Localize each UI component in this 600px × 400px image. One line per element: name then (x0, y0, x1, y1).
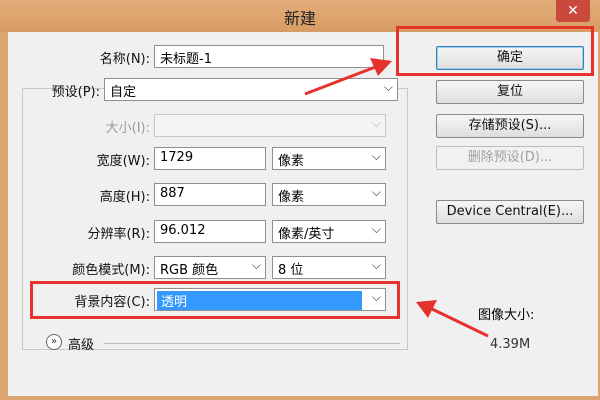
width-input[interactable]: 1729 (154, 147, 266, 170)
color-mode-value: RGB 颜色 (160, 263, 219, 278)
width-unit-value: 像素 (278, 154, 305, 169)
advanced-divider (104, 343, 400, 344)
image-size-label: 图像大小: (478, 308, 535, 323)
color-mode-select[interactable]: RGB 颜色 ⌵ (154, 256, 266, 279)
height-unit-select[interactable]: 像素 ⌵ (272, 183, 386, 206)
close-button[interactable]: ✕ (556, 0, 590, 22)
resolution-input[interactable]: 96.012 (154, 220, 266, 243)
close-icon: ✕ (567, 3, 579, 19)
resolution-unit-select[interactable]: 像素/英寸 ⌵ (272, 220, 386, 243)
bit-depth-select[interactable]: 8 位 ⌵ (272, 256, 386, 279)
color-mode-label: 颜色模式(M): (72, 263, 150, 278)
chevron-down-icon: ⌵ (371, 185, 381, 199)
size-select: ⌵ (154, 114, 386, 137)
reset-button[interactable]: 复位 (436, 80, 584, 104)
preset-label: 预设(P): (51, 85, 100, 100)
resolution-unit-value: 像素/英寸 (278, 227, 335, 242)
chevron-down-icon: ⌵ (371, 222, 381, 236)
width-label: 宽度(W): (96, 154, 150, 169)
height-unit-value: 像素 (278, 190, 305, 205)
chevron-down-icon: ⌵ (251, 258, 261, 272)
ok-annotation-box (396, 26, 594, 76)
chevron-down-icon: ⌵ (383, 80, 393, 94)
width-unit-select[interactable]: 像素 ⌵ (272, 147, 386, 170)
advanced-label: 高级 (68, 338, 95, 353)
height-label: 高度(H): (99, 190, 150, 205)
chevron-down-icon: ⌵ (371, 258, 381, 272)
name-input[interactable]: 未标题-1 (154, 45, 384, 68)
device-central-button[interactable]: Device Central(E)... (436, 200, 584, 224)
preset-value: 自定 (110, 85, 137, 100)
chevron-down-icon: ⌵ (371, 116, 381, 130)
preset-select[interactable]: 自定 ⌵ (104, 78, 398, 101)
name-label: 名称(N): (99, 52, 150, 67)
chevron-down-icon: ⌵ (371, 149, 381, 163)
background-annotation-box (30, 281, 400, 319)
resolution-label: 分辨率(R): (87, 227, 150, 242)
bit-depth-value: 8 位 (278, 263, 304, 278)
delete-preset-button: 删除预设(D)... (436, 146, 584, 170)
height-input[interactable]: 887 (154, 183, 266, 206)
double-chevron-down-icon[interactable]: » (46, 334, 62, 350)
save-preset-button[interactable]: 存储预设(S)... (436, 114, 584, 138)
image-size-value: 4.39M (490, 337, 531, 352)
size-label: 大小(I): (105, 121, 150, 136)
